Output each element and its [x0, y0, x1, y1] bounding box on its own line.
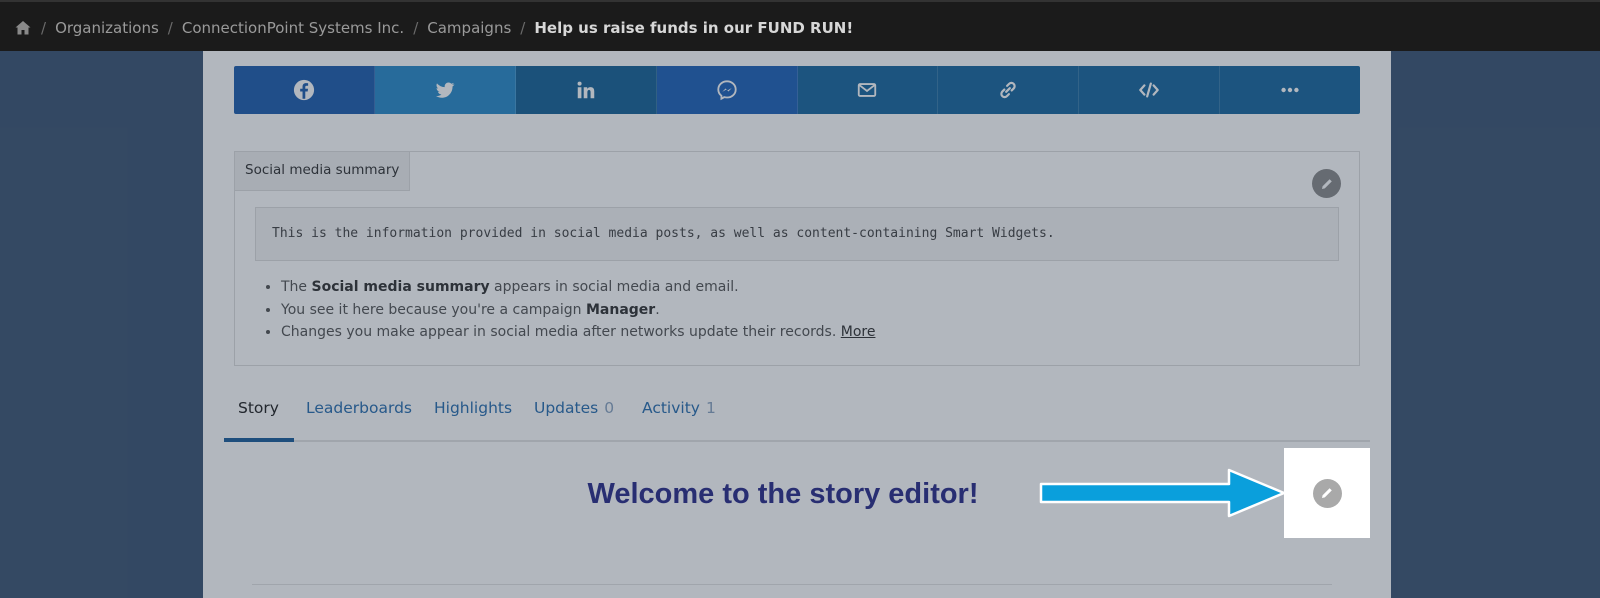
breadcrumb: / Organizations / ConnectionPoint System… — [14, 18, 853, 38]
share-email-button[interactable] — [797, 66, 939, 114]
email-icon — [858, 83, 877, 97]
embed-code-icon — [1139, 82, 1159, 98]
list-item: You see it here because you're a campaig… — [281, 299, 875, 322]
pencil-icon — [1321, 178, 1332, 189]
breadcrumb-organizations[interactable]: Organizations — [55, 19, 159, 37]
social-media-summary-box: Social media summary This is the informa… — [234, 151, 1360, 366]
tab-label: Highlights — [434, 399, 513, 417]
share-twitter-button[interactable] — [374, 66, 516, 114]
summary-note: This is the information provided in soci… — [255, 207, 1339, 261]
active-tab-indicator — [224, 438, 294, 442]
bullet-text: The — [281, 279, 312, 295]
bullet-text: appears in social media and email. — [489, 279, 739, 295]
breadcrumb-separator: / — [41, 19, 47, 37]
share-link-button[interactable] — [938, 66, 1080, 114]
tab-count: 0 — [604, 399, 615, 417]
breadcrumb-separator: / — [520, 19, 526, 37]
tab-updates[interactable]: Updates 0 — [534, 388, 614, 440]
breadcrumb-organization[interactable]: ConnectionPoint Systems Inc. — [182, 19, 404, 37]
breadcrumb-separator: / — [167, 19, 173, 37]
tab-highlights[interactable]: Highlights — [434, 388, 512, 440]
tab-label: Updates — [534, 399, 599, 417]
campaign-tabs: Story Leaderboards Highlights Updates 0 A… — [224, 388, 1370, 442]
breadcrumb-campaigns[interactable]: Campaigns — [427, 19, 511, 37]
summary-bullets: The Social media summary appears in soci… — [281, 276, 875, 344]
breadcrumb-separator: / — [413, 19, 419, 37]
bullet-text: . — [655, 301, 660, 318]
bullet-bold: Manager — [585, 301, 656, 318]
twitter-icon — [435, 82, 455, 98]
top-bar: / Organizations / ConnectionPoint System… — [0, 0, 1600, 51]
bullet-bold: Social media summary — [311, 279, 490, 295]
pencil-icon — [1322, 488, 1332, 498]
tab-label: Activity — [642, 399, 700, 417]
tab-label: Leaderboards — [306, 399, 412, 417]
tab-leaderboards[interactable]: Leaderboards — [306, 388, 412, 440]
home-icon[interactable] — [14, 19, 32, 37]
more-icon — [1281, 87, 1299, 93]
edit-story-button[interactable] — [1312, 478, 1342, 508]
messenger-icon — [716, 80, 737, 101]
facebook-icon — [293, 79, 315, 101]
bullet-text: Changes you make appear in social media … — [281, 324, 841, 340]
share-more-button[interactable] — [1220, 66, 1360, 114]
bullet-text: You see it here because you're a campaig… — [281, 301, 586, 318]
share-embed-button[interactable] — [1079, 66, 1221, 114]
arrow-callout-icon — [1039, 468, 1286, 518]
share-linkedin-button[interactable] — [515, 66, 657, 114]
list-item: The Social media summary appears in soci… — [281, 276, 875, 299]
list-item: Changes you make appear in social media … — [281, 321, 875, 344]
share-bar — [234, 66, 1360, 114]
linkedin-icon — [577, 81, 594, 99]
tab-activity[interactable]: Activity 1 — [642, 388, 716, 440]
tab-count: 1 — [705, 399, 716, 417]
highlighted-edit-area — [1284, 448, 1370, 538]
breadcrumb-current: Help us raise funds in our FUND RUN! — [534, 19, 854, 37]
link-icon — [1000, 81, 1017, 99]
share-messenger-button[interactable] — [656, 66, 798, 114]
divider — [252, 584, 1332, 585]
tab-story[interactable]: Story — [238, 388, 279, 440]
share-facebook-button[interactable] — [234, 66, 375, 114]
more-link[interactable]: More — [841, 324, 876, 340]
tab-label: Story — [238, 399, 279, 417]
edit-summary-button[interactable] — [1312, 169, 1341, 198]
social-media-summary-tab: Social media summary — [235, 152, 411, 191]
